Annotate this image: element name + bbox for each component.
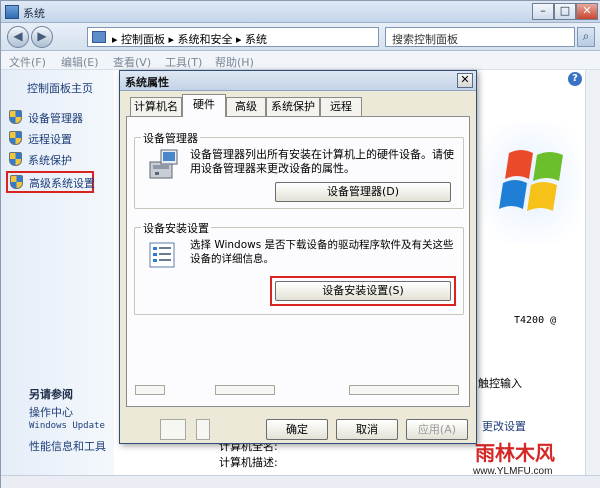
device-manager-description: 设备管理器列出所有安装在计算机上的硬件设备。请使用设备管理器来更改设备的属性。: [190, 148, 454, 175]
dialog-title: 系统属性: [125, 76, 169, 89]
sidebar-item-label: 高级系统设置: [29, 177, 95, 190]
menu-tools[interactable]: 工具(T): [165, 54, 202, 70]
sidebar-item-remote-settings[interactable]: 远程设置: [9, 129, 109, 147]
address-breadcrumb[interactable]: ▸ 控制面板 ▸ 系统和安全 ▸ 系统: [112, 31, 267, 47]
touch-input-info: 触控输入: [478, 377, 522, 390]
device-installation-group-title: 设备安装设置: [141, 220, 211, 236]
system-window: 系统 – □ ✕ ◀ ▶ ▸ 控制面板 ▸ 系统和安全 ▸ 系统 ▾ ↻ 搜索控…: [0, 0, 600, 488]
back-button[interactable]: ◀: [7, 26, 29, 48]
device-installation-settings-button[interactable]: 设备安装设置(S): [275, 281, 451, 301]
sidebar-item-label: 远程设置: [28, 133, 72, 146]
system-window-icon: [5, 5, 19, 19]
shield-icon: [9, 110, 22, 124]
device-installation-description: 选择 Windows 是否下载设备的驱动程序软件及有关这些设备的详细信息。: [190, 239, 454, 265]
artifact-block: [160, 419, 186, 440]
tab-system-protection[interactable]: 系统保护: [266, 97, 320, 116]
shield-icon: [9, 152, 22, 166]
window-title: 系统: [23, 7, 45, 20]
watermark-url: www.YLMFU.com: [473, 466, 553, 477]
tab-remote[interactable]: 远程: [320, 97, 362, 116]
device-installation-group: 设备安装设置 选择 Windows 是否下载设备的驱动程序软件及有关这些设备的详…: [134, 220, 464, 315]
address-bar: ◀ ▶ ▸ 控制面板 ▸ 系统和安全 ▸ 系统 ▾ ↻ 搜索控制面板 ⌕: [1, 23, 600, 51]
artifact-block: [215, 385, 275, 395]
system-properties-dialog: 系统属性 ✕ 计算机名 硬件 高级 系统保护 远程 设备管理器 设备管理器列出所…: [119, 70, 477, 444]
menu-help[interactable]: 帮助(H): [215, 54, 254, 70]
sidebar-item-system-protection[interactable]: 系统保护: [9, 150, 109, 168]
watermark-text: 雨林木风: [475, 441, 555, 465]
control-panel-home-link[interactable]: 控制面板主页: [27, 80, 93, 96]
windows-logo-icon: [481, 123, 581, 243]
device-manager-button[interactable]: 设备管理器(D): [275, 182, 451, 202]
windows-update-link[interactable]: Windows Update: [29, 421, 105, 431]
sidebar-item-label: 设备管理器: [28, 112, 83, 125]
watermark-logo: 雨林木风 www.YLMFU.com: [469, 435, 594, 485]
change-settings-link[interactable]: 更改设置: [482, 418, 526, 434]
device-manager-group-title: 设备管理器: [141, 130, 200, 146]
address-field[interactable]: ▸ 控制面板 ▸ 系统和安全 ▸ 系统 ▾ ↻: [87, 27, 460, 47]
artifact-block: [349, 385, 459, 395]
cancel-button[interactable]: 取消: [336, 419, 398, 440]
sidebar-item-label: 系统保护: [28, 154, 72, 167]
device-manager-group: 设备管理器 设备管理器列出所有安装在计算机上的硬件设备。请使用设备管理器来更改设…: [134, 130, 464, 209]
menu-file[interactable]: 文件(F): [9, 54, 46, 70]
menu-view[interactable]: 查看(V): [113, 54, 151, 70]
tab-computer-name[interactable]: 计算机名: [130, 97, 182, 116]
menu-edit[interactable]: 编辑(E): [61, 54, 99, 70]
shield-icon: [9, 131, 22, 145]
dialog-titlebar[interactable]: 系统属性 ✕: [120, 71, 476, 91]
computer-description-label: 计算机描述:: [219, 456, 278, 469]
sidebar-item-device-manager[interactable]: 设备管理器: [9, 108, 109, 126]
minimize-button[interactable]: –: [532, 3, 554, 20]
window-titlebar[interactable]: 系统 – □ ✕: [1, 1, 600, 23]
maximize-button[interactable]: □: [554, 3, 576, 20]
forward-button[interactable]: ▶: [31, 26, 53, 48]
vertical-scrollbar[interactable]: [585, 70, 600, 475]
apply-button[interactable]: 应用(A): [406, 419, 468, 440]
see-also-heading: 另请参阅: [29, 388, 73, 401]
action-center-link[interactable]: 操作中心: [29, 404, 73, 420]
device-manager-icon: [149, 149, 178, 179]
artifact-block: [135, 385, 165, 395]
shield-icon: [10, 175, 23, 189]
sidebar-item-advanced-system-settings[interactable]: 高级系统设置: [6, 171, 95, 193]
search-input[interactable]: 搜索控制面板: [385, 27, 575, 47]
ok-button[interactable]: 确定: [266, 419, 328, 440]
left-nav-pane: 控制面板主页 设备管理器 远程设置 系统保护 高级系统设置 另请参阅 操作中心 …: [1, 70, 114, 488]
search-placeholder: 搜索控制面板: [392, 33, 458, 46]
close-dialog-button[interactable]: ✕: [457, 73, 473, 88]
tab-advanced[interactable]: 高级: [226, 97, 266, 116]
tab-hardware[interactable]: 硬件: [182, 94, 226, 117]
processor-info: T4200 @: [514, 315, 557, 326]
performance-info-link[interactable]: 性能信息和工具: [29, 438, 106, 454]
search-icon[interactable]: ⌕: [577, 27, 595, 47]
artifact-block: [196, 419, 210, 440]
hardware-tab-panel: 设备管理器 设备管理器列出所有安装在计算机上的硬件设备。请使用设备管理器来更改设…: [126, 116, 470, 407]
help-icon[interactable]: ?: [568, 72, 582, 86]
menu-bar: 文件(F) 编辑(E) 查看(V) 工具(T) 帮助(H): [1, 51, 600, 70]
control-panel-icon: [92, 31, 106, 43]
checklist-icon: [149, 242, 175, 268]
close-window-button[interactable]: ✕: [576, 3, 598, 20]
